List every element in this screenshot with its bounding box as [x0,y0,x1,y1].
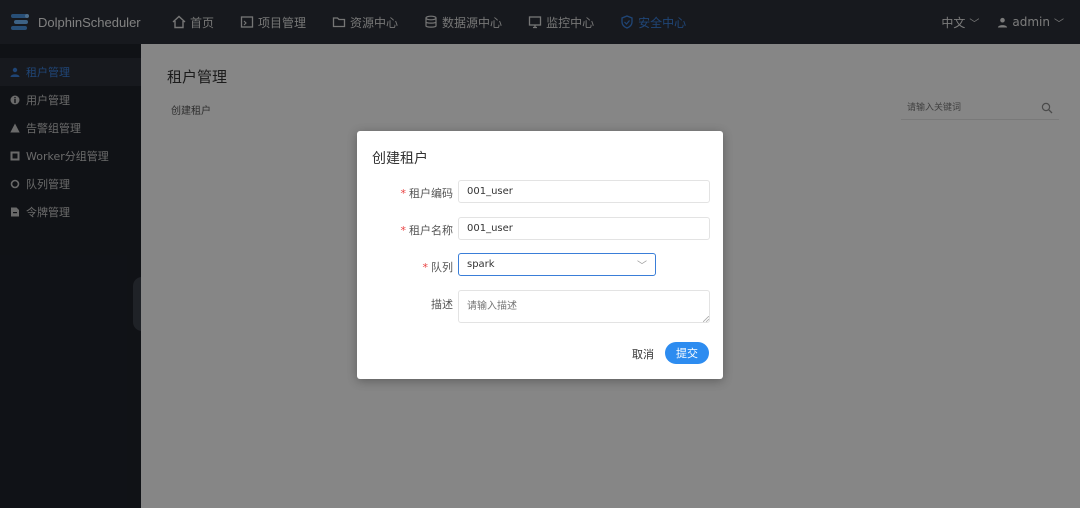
tenant-code-label-text: 租户编码 [409,187,453,200]
chevron-down-icon: ﹀ [637,261,647,272]
required-mark: * [400,187,407,200]
dialog-title: 创建租户 [372,151,428,167]
required-mark: * [422,261,429,274]
queue-select[interactable]: spark ﹀ [458,253,656,276]
tenant-name-label-text: 租户名称 [409,224,453,237]
queue-label: * 队列 [357,259,454,275]
create-tenant-dialog: 创建租户 * 租户编码 001_user * 租户名称 001_user * 队列 s… [357,131,723,379]
description-label: 描述 [431,298,453,311]
tenant-name-label: * 租户名称 [357,222,454,238]
queue-select-value: spark [467,259,495,270]
submit-button[interactable]: 提交 [665,342,709,364]
queue-label-text: 队列 [431,261,453,274]
description-textarea[interactable] [458,290,710,323]
tenant-name-input[interactable]: 001_user [458,217,710,240]
resize-grip-icon[interactable] [703,316,709,322]
cancel-button[interactable]: 取消 [632,346,654,362]
tenant-code-input[interactable]: 001_user [458,180,710,203]
tenant-code-label: * 租户编码 [357,185,454,201]
required-mark: * [400,224,407,237]
